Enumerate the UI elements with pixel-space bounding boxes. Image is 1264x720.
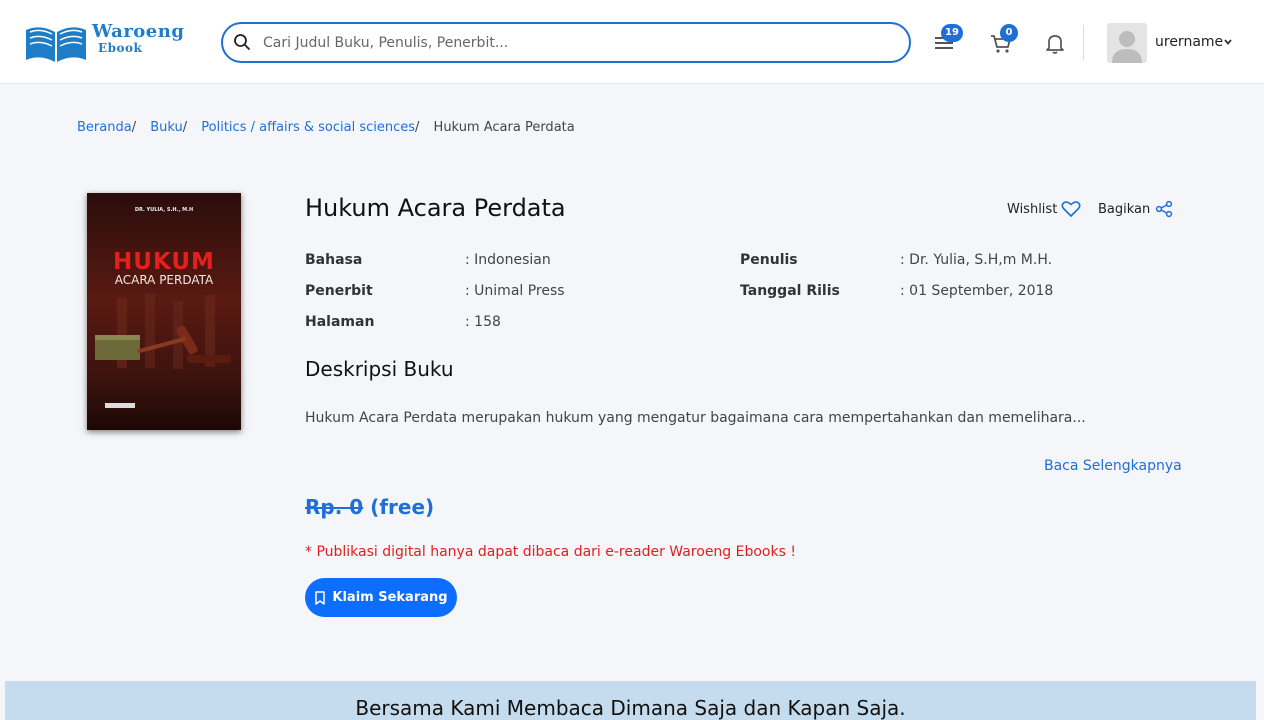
cover-title-line2: ACARA PERDATA	[114, 273, 214, 287]
meta-penulis-label: Penulis	[740, 252, 798, 268]
notification-button[interactable]	[1042, 30, 1068, 56]
logo-subtitle: Ebook	[98, 41, 143, 55]
description-heading: Deskripsi Buku	[305, 357, 454, 381]
claim-button[interactable]: Klaim Sekarang	[305, 578, 457, 617]
meta-tanggal-value: : 01 September, 2018	[900, 283, 1054, 299]
top-header: Waroeng Ebook 19 0	[0, 0, 1264, 84]
description-text: Hukum Acara Perdata merupakan hukum yang…	[305, 410, 1086, 426]
menu-button[interactable]: 19	[931, 24, 963, 56]
username[interactable]: urername	[1155, 34, 1223, 50]
open-book-icon	[26, 27, 86, 62]
book-title: Hukum Acara Perdata	[305, 194, 566, 222]
meta-penerbit-value: : Unimal Press	[465, 283, 565, 299]
share-button[interactable]: Bagikan	[1098, 200, 1173, 218]
meta-penerbit-label: Penerbit	[305, 283, 373, 299]
reader-notice: * Publikasi digital hanya dapat dibaca d…	[305, 544, 796, 560]
search-input[interactable]	[263, 31, 883, 55]
header-divider	[1083, 25, 1084, 61]
book-cover: DR. YULIA, S.H., M.H HUKUM ACARA PERDATA	[87, 193, 241, 430]
meta-bahasa-value: : Indonesian	[465, 252, 551, 268]
share-icon	[1156, 200, 1173, 218]
claim-label: Klaim Sekarang	[332, 590, 448, 605]
breadcrumb: Beranda/ Buku/ Politics / affairs & soci…	[77, 120, 575, 135]
heart-icon	[1061, 201, 1081, 217]
footer-banner: Bersama Kami Membaca Dimana Saja dan Kap…	[5, 681, 1256, 720]
chevron-down-icon[interactable]	[1223, 37, 1233, 47]
price-original: Rp. 0	[305, 495, 364, 519]
logo[interactable]: Waroeng Ebook	[24, 20, 200, 66]
wishlist-label: Wishlist	[1007, 201, 1058, 217]
cover-author: DR. YULIA, S.H., M.H	[134, 207, 194, 213]
cover-title-line1: HUKUM	[113, 249, 215, 275]
meta-bahasa-label: Bahasa	[305, 252, 363, 268]
cart-button[interactable]: 0	[988, 24, 1018, 56]
logo-title: Waroeng	[92, 21, 185, 42]
meta-penulis-value: : Dr. Yulia, S.H,m M.H.	[900, 252, 1053, 268]
cart-badge: 0	[1000, 24, 1018, 42]
cover-publisher-mark	[105, 403, 135, 408]
bell-icon	[1046, 35, 1064, 54]
meta-halaman-value: : 158	[465, 314, 501, 330]
breadcrumb-home[interactable]: Beranda	[77, 120, 132, 135]
banner-text: Bersama Kami Membaca Dimana Saja dan Kap…	[355, 696, 906, 720]
gavel-illustration	[95, 293, 231, 369]
search-icon[interactable]	[233, 33, 251, 51]
breadcrumb-current: Hukum Acara Perdata	[433, 120, 575, 135]
user-icon	[1112, 31, 1142, 63]
menu-badge: 19	[941, 24, 963, 42]
breadcrumb-buku[interactable]: Buku	[150, 120, 183, 135]
meta-halaman-label: Halaman	[305, 314, 375, 330]
search-bar	[221, 22, 911, 63]
avatar[interactable]	[1107, 23, 1147, 63]
wishlist-button[interactable]: Wishlist	[1007, 200, 1081, 218]
logo-text: Waroeng Ebook	[92, 21, 185, 55]
breadcrumb-category[interactable]: Politics / affairs & social sciences	[201, 120, 415, 135]
share-label: Bagikan	[1098, 201, 1151, 217]
price-free: (free)	[370, 495, 435, 519]
meta-tanggal-label: Tanggal Rilis	[740, 283, 840, 299]
bookmark-icon	[315, 590, 326, 605]
price: Rp. 0 (free)	[305, 495, 434, 519]
read-more-link[interactable]: Baca Selengkapnya	[1044, 458, 1182, 474]
